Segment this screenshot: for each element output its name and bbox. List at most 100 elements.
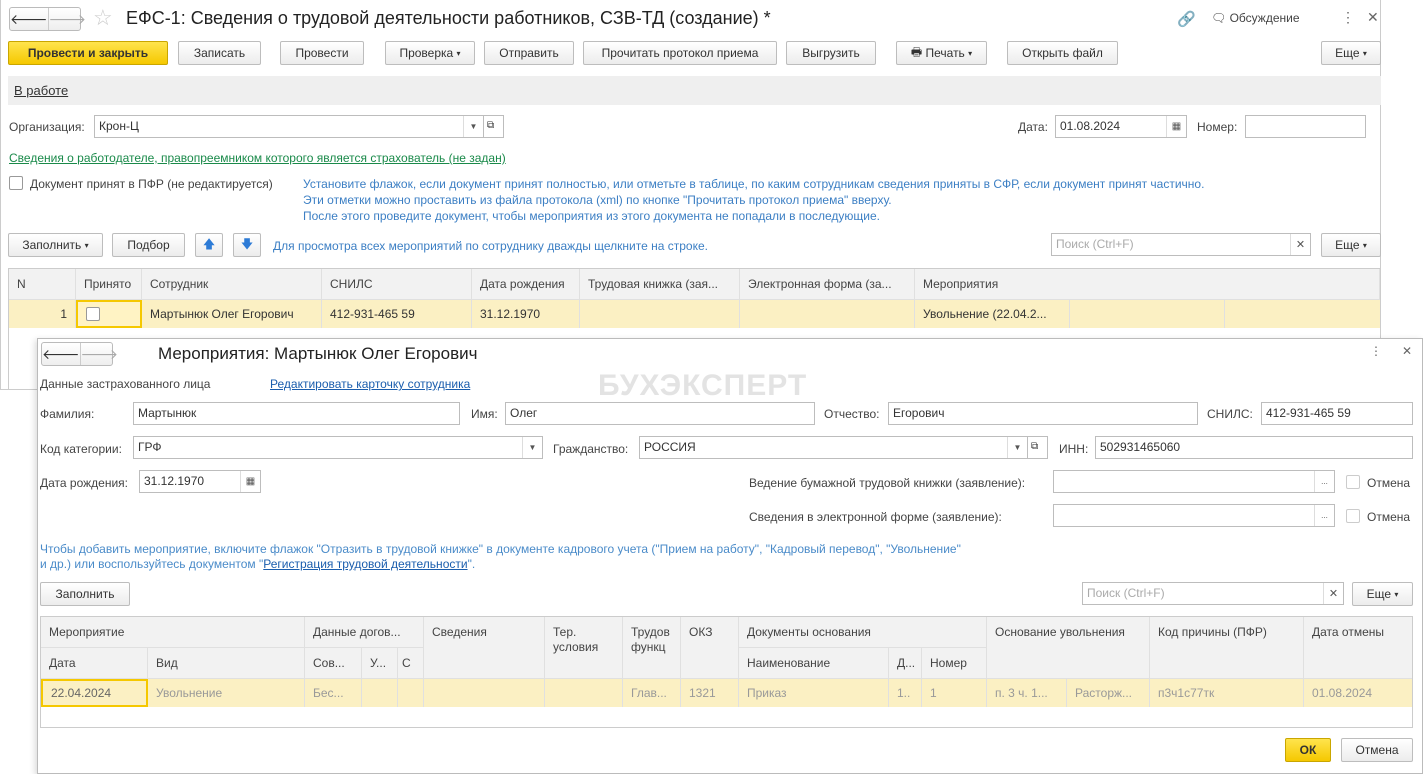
- hint-line-3: После этого проведите документ, чтобы ме…: [303, 209, 880, 223]
- open-file-button[interactable]: Открыть файл: [1007, 41, 1118, 65]
- col-s[interactable]: С: [398, 648, 424, 679]
- post-button[interactable]: Провести: [280, 41, 364, 65]
- dialog-more-button[interactable]: Еще ▾: [1352, 582, 1413, 606]
- col-d[interactable]: Д...: [889, 648, 922, 679]
- forward-icon[interactable]: 🡒: [79, 343, 118, 365]
- col-num[interactable]: Номер: [922, 648, 987, 679]
- col-events[interactable]: Мероприятия: [915, 269, 1380, 300]
- more-button[interactable]: Еще ▾: [1321, 41, 1381, 65]
- row-okz: 1321: [681, 679, 739, 707]
- table-row[interactable]: 22.04.2024 Увольнение Бес... Глав... 132…: [41, 679, 1412, 707]
- close-icon[interactable]: ✕: [1367, 9, 1379, 26]
- send-button[interactable]: Отправить: [484, 41, 574, 65]
- citizenship-field[interactable]: РОССИЯ ▼: [639, 436, 1028, 459]
- col-n[interactable]: N: [9, 269, 76, 300]
- open-org-button[interactable]: ⧉: [483, 115, 504, 138]
- number-field[interactable]: [1245, 115, 1366, 138]
- dialog-fill-button[interactable]: Заполнить: [40, 582, 130, 606]
- fill-button[interactable]: Заполнить ▾: [8, 233, 103, 257]
- select-button[interactable]: ...: [1314, 505, 1334, 526]
- snils-field[interactable]: 412-931-465 59: [1261, 402, 1413, 425]
- paper-cancel-checkbox[interactable]: [1346, 475, 1360, 492]
- col-docs[interactable]: Документы основания: [739, 617, 987, 648]
- status-link[interactable]: В работе: [14, 83, 68, 98]
- employer-link[interactable]: Сведения о работодателе, правопреемником…: [9, 151, 506, 165]
- row-employee: Мартынюк Олег Егорович: [142, 300, 322, 328]
- search-input[interactable]: Поиск (Ctrl+F) ✕: [1051, 233, 1311, 256]
- col-info[interactable]: Сведения: [424, 617, 545, 679]
- open-citizenship-button[interactable]: ⧉: [1027, 436, 1048, 459]
- category-field[interactable]: ГРФ ▼: [133, 436, 543, 459]
- calendar-icon[interactable]: ▦: [1166, 116, 1186, 137]
- clear-search-icon[interactable]: ✕: [1290, 234, 1310, 255]
- move-up-button[interactable]: 🡅: [195, 233, 223, 257]
- forward-icon[interactable]: 🡒: [47, 8, 86, 30]
- print-button[interactable]: 🖶 Печать ▾: [896, 41, 987, 65]
- dialog-more-icon[interactable]: ⋮: [1370, 344, 1382, 358]
- ok-button[interactable]: ОК: [1285, 738, 1331, 762]
- discussion-button[interactable]: 🗨 Обсуждение: [1211, 11, 1300, 25]
- surname-field[interactable]: Мартынюк: [133, 402, 460, 425]
- select-button[interactable]: ...: [1314, 471, 1334, 492]
- col-birth[interactable]: Дата рождения: [472, 269, 580, 300]
- row-accepted-checkbox[interactable]: [76, 300, 142, 328]
- col-ter[interactable]: Тер. условия: [545, 617, 623, 679]
- col-reason[interactable]: Основание увольнения: [987, 617, 1150, 679]
- table-row[interactable]: 1 Мартынюк Олег Егорович 412-931-465 59 …: [9, 300, 1380, 328]
- col-event[interactable]: Мероприятие: [41, 617, 305, 648]
- read-protocol-button[interactable]: Прочитать протокол приема: [583, 41, 777, 65]
- calendar-icon[interactable]: ▦: [240, 471, 260, 492]
- post-and-close-button[interactable]: Провести и закрыть: [8, 41, 168, 65]
- col-sov[interactable]: Сов...: [305, 648, 362, 679]
- accepted-checkbox[interactable]: [9, 176, 23, 193]
- chevron-down-icon[interactable]: ▼: [463, 116, 483, 137]
- row-date[interactable]: 22.04.2024: [41, 679, 148, 707]
- col-workbook[interactable]: Трудовая книжка (зая...: [580, 269, 740, 300]
- col-accepted[interactable]: Принято: [76, 269, 142, 300]
- patronymic-field[interactable]: Егорович: [888, 402, 1198, 425]
- back-icon[interactable]: 🡐: [42, 343, 80, 365]
- col-u[interactable]: У...: [362, 648, 398, 679]
- name-field[interactable]: Олег: [505, 402, 815, 425]
- back-icon[interactable]: 🡐: [10, 8, 48, 30]
- col-func[interactable]: Трудов функц: [623, 617, 681, 679]
- edit-employee-link[interactable]: Редактировать карточку сотрудника: [270, 377, 470, 391]
- col-electronic[interactable]: Электронная форма (за...: [740, 269, 915, 300]
- row-events: Увольнение (22.04.2...: [915, 300, 1070, 328]
- table-more-button[interactable]: Еще ▾: [1321, 233, 1381, 257]
- move-down-button[interactable]: 🡇: [233, 233, 261, 257]
- col-code[interactable]: Код причины (ПФР): [1150, 617, 1304, 679]
- dialog-close-icon[interactable]: ✕: [1402, 344, 1412, 358]
- export-button[interactable]: Выгрузить: [786, 41, 876, 65]
- col-okz[interactable]: ОКЗ: [681, 617, 739, 679]
- paper-workbook-field[interactable]: ...: [1053, 470, 1335, 493]
- col-docname[interactable]: Наименование: [739, 648, 889, 679]
- electronic-field[interactable]: ...: [1053, 504, 1335, 527]
- dialog-search-input[interactable]: Поиск (Ctrl+F) ✕: [1082, 582, 1344, 605]
- link-icon[interactable]: 🔗: [1177, 10, 1196, 28]
- check-button[interactable]: Проверка ▾: [385, 41, 475, 65]
- electronic-cancel-checkbox[interactable]: [1346, 509, 1360, 526]
- col-snils[interactable]: СНИЛС: [322, 269, 472, 300]
- save-button[interactable]: Записать: [178, 41, 261, 65]
- select-button[interactable]: Подбор: [112, 233, 185, 257]
- org-field[interactable]: Крон-Ц ▼: [94, 115, 484, 138]
- date-label: Дата:: [1018, 120, 1048, 134]
- col-date[interactable]: Дата: [41, 648, 148, 679]
- col-employee[interactable]: Сотрудник: [142, 269, 322, 300]
- chevron-down-icon[interactable]: ▼: [1007, 437, 1027, 458]
- inn-field[interactable]: 502931465060: [1095, 436, 1413, 459]
- cancel-button[interactable]: Отмена: [1341, 738, 1413, 762]
- col-contract[interactable]: Данные догов...: [305, 617, 424, 648]
- registration-link[interactable]: Регистрация трудовой деятельности: [263, 557, 467, 571]
- favorite-star-icon[interactable]: ☆: [93, 5, 113, 31]
- col-kind[interactable]: Вид: [148, 648, 305, 679]
- more-menu-icon[interactable]: ⋮: [1341, 9, 1355, 26]
- row-electronic: [740, 300, 915, 328]
- clear-search-icon[interactable]: ✕: [1323, 583, 1343, 604]
- chevron-down-icon[interactable]: ▼: [522, 437, 542, 458]
- col-cancel-date[interactable]: Дата отмены: [1304, 617, 1412, 679]
- birth-field[interactable]: 31.12.1970 ▦: [139, 470, 261, 493]
- date-field[interactable]: 01.08.2024 ▦: [1055, 115, 1187, 138]
- accepted-label: Документ принят в ПФР (не редактируется): [30, 177, 273, 191]
